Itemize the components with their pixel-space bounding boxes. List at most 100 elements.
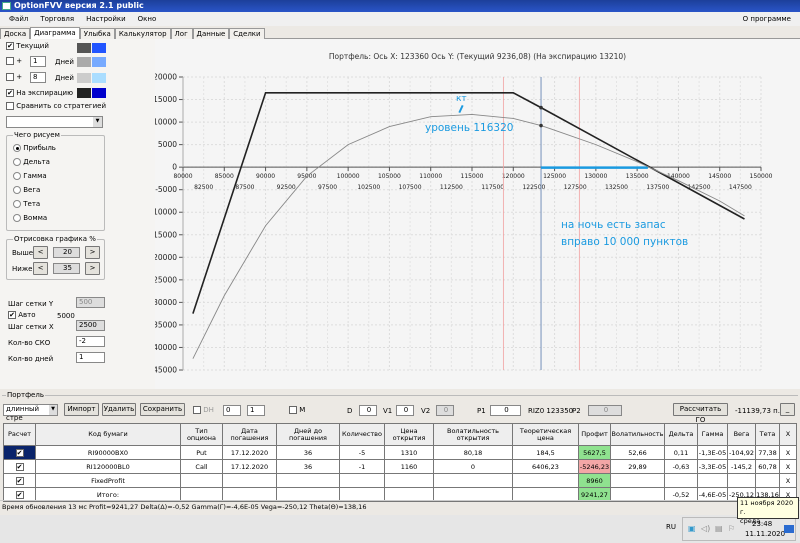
tab-calculator[interactable]: Калькулятор (114, 28, 171, 39)
table-row[interactable]: ✔ FixedProfit 8960 X (3, 473, 797, 488)
d-input[interactable]: 0 (359, 405, 377, 416)
calc-checkbox[interactable]: ✔ (3, 459, 36, 474)
y-tick-label: -35000 (155, 320, 177, 329)
dh-checkbox[interactable] (193, 406, 201, 414)
calc-checkbox[interactable]: ✔ (3, 473, 36, 488)
remove-row-button[interactable]: X (779, 459, 797, 474)
x-tick-label: 147500 (729, 184, 752, 191)
menu-about[interactable]: О программе (743, 12, 791, 26)
column-header[interactable]: Профит (578, 423, 611, 446)
expiration-checkbox[interactable]: ✔ (6, 89, 14, 97)
current-checkbox[interactable]: ✔ (6, 42, 14, 50)
compare-checkbox[interactable] (6, 102, 14, 110)
show-desktop-icon[interactable] (784, 525, 794, 533)
below-decrease-button[interactable]: < (33, 262, 48, 275)
radio-gamma[interactable] (13, 172, 21, 180)
checkbox-mark[interactable]: ✔ (15, 476, 24, 485)
above-decrease-button[interactable]: < (33, 246, 48, 259)
checkbox-mark[interactable]: ✔ (15, 462, 24, 471)
tab-log[interactable]: Лог (170, 28, 193, 39)
menu-file[interactable]: Файл (9, 15, 28, 23)
expiration-color-2[interactable] (92, 88, 106, 98)
column-header[interactable]: Теоретическая цена (512, 423, 579, 446)
remove-row-button[interactable]: X (779, 473, 797, 488)
menu-window[interactable]: Окно (138, 15, 157, 23)
column-header[interactable]: Дней до погашения (276, 423, 340, 446)
delete-button[interactable]: Удалить (102, 403, 136, 416)
m-checkbox[interactable] (289, 406, 297, 414)
plus8-days-input[interactable]: 8 (30, 72, 46, 83)
tab-data[interactable]: Данные (192, 28, 230, 39)
tab-diagram[interactable]: Диаграмма (30, 27, 80, 39)
checkbox-mark[interactable]: ✔ (15, 448, 24, 457)
plus8-color-2[interactable] (92, 73, 106, 83)
column-header[interactable]: Тета (755, 423, 780, 446)
current-color-1[interactable] (77, 43, 91, 53)
flag-icon[interactable]: ⚐ (728, 524, 735, 533)
column-header[interactable]: Количество (339, 423, 385, 446)
minimize-button[interactable]: _ (780, 403, 795, 416)
current-color-2[interactable] (92, 43, 106, 53)
language-indicator[interactable]: RU (666, 523, 676, 531)
tab-smile[interactable]: Улыбка (79, 28, 115, 39)
radio-profit[interactable] (13, 144, 21, 152)
checkbox-mark[interactable]: ✔ (15, 490, 24, 499)
column-header[interactable]: Дельта (664, 423, 698, 446)
plus1-days-input[interactable]: 1 (30, 56, 46, 67)
strategy-select[interactable]: ▼ (6, 116, 103, 128)
column-header[interactable]: Тип опциона (180, 423, 223, 446)
column-header[interactable]: Дата погашения (222, 423, 277, 446)
days-count-input[interactable]: 1 (76, 352, 105, 363)
save-button[interactable]: Сохранить (140, 403, 185, 416)
menu-settings[interactable]: Настройки (86, 15, 126, 23)
dh-stepper-a[interactable]: 0 (223, 405, 241, 416)
plus8-checkbox[interactable] (6, 73, 14, 81)
v1-input[interactable]: 0 (396, 405, 414, 416)
v2-input[interactable]: 0 (436, 405, 454, 416)
preset-select[interactable]: длинный стре ▼ (3, 404, 58, 422)
radio-delta[interactable] (13, 158, 21, 166)
column-header[interactable]: Вега (727, 423, 756, 446)
column-header[interactable]: Гамма (697, 423, 728, 446)
dh-stepper-b[interactable]: 1 (247, 405, 265, 416)
table-row[interactable]: ✔ RI120000BL0 Call 17.12.2020 36 -1 1160 0 6406,… (3, 459, 797, 474)
above-value[interactable]: 20 (53, 247, 80, 258)
column-header[interactable]: Волатильность открытия (433, 423, 513, 446)
plus1-color-2[interactable] (92, 57, 106, 67)
radio-vomma[interactable] (13, 214, 21, 222)
calc-checkbox[interactable]: ✔ (3, 445, 36, 460)
sko-input[interactable]: -2 (76, 336, 105, 347)
power-icon[interactable]: ▤ (715, 524, 723, 533)
grid-y-input[interactable]: 500 (76, 297, 105, 308)
grid-x-input[interactable]: 2500 (76, 320, 105, 331)
p2-input[interactable]: 0 (588, 405, 622, 416)
radio-vega[interactable] (13, 186, 21, 194)
column-header[interactable]: Расчет (3, 423, 36, 446)
column-header[interactable]: Волатильность (610, 423, 665, 446)
below-value[interactable]: 35 (53, 263, 80, 274)
network-icon[interactable]: ▣ (688, 524, 696, 533)
tab-board[interactable]: Доска (0, 28, 31, 39)
chart-area[interactable]: Портфель: Ось X: 123360 Ось Y: (Текущий … (155, 39, 800, 389)
calc-go-button[interactable]: Рассчитать ГО (673, 403, 728, 424)
plus1-checkbox[interactable] (6, 57, 14, 65)
remove-row-button[interactable]: X (779, 445, 797, 460)
expiration-color-1[interactable] (77, 88, 91, 98)
menu-trade[interactable]: Торговля (40, 15, 74, 23)
auto-checkbox[interactable]: ✔ (8, 311, 16, 319)
column-header[interactable]: Цена открытия (384, 423, 434, 446)
tab-deals[interactable]: Сделки (229, 28, 265, 39)
column-header[interactable]: X (779, 423, 797, 446)
import-button[interactable]: Импорт (64, 403, 99, 416)
table-cell: 36 (276, 445, 340, 460)
clock-date[interactable]: 11.11.2020 (745, 530, 785, 538)
volume-icon[interactable]: ◁) (701, 524, 710, 533)
table-row[interactable]: ✔ RI90000BX0 Put 17.12.2020 36 -5 1310 80,18 184… (3, 445, 797, 460)
p1-input[interactable]: 0 (490, 405, 521, 416)
below-increase-button[interactable]: > (85, 262, 100, 275)
plus1-color-1[interactable] (77, 57, 91, 67)
column-header[interactable]: Код бумаги (35, 423, 181, 446)
plus8-color-1[interactable] (77, 73, 91, 83)
above-increase-button[interactable]: > (85, 246, 100, 259)
radio-theta[interactable] (13, 200, 21, 208)
